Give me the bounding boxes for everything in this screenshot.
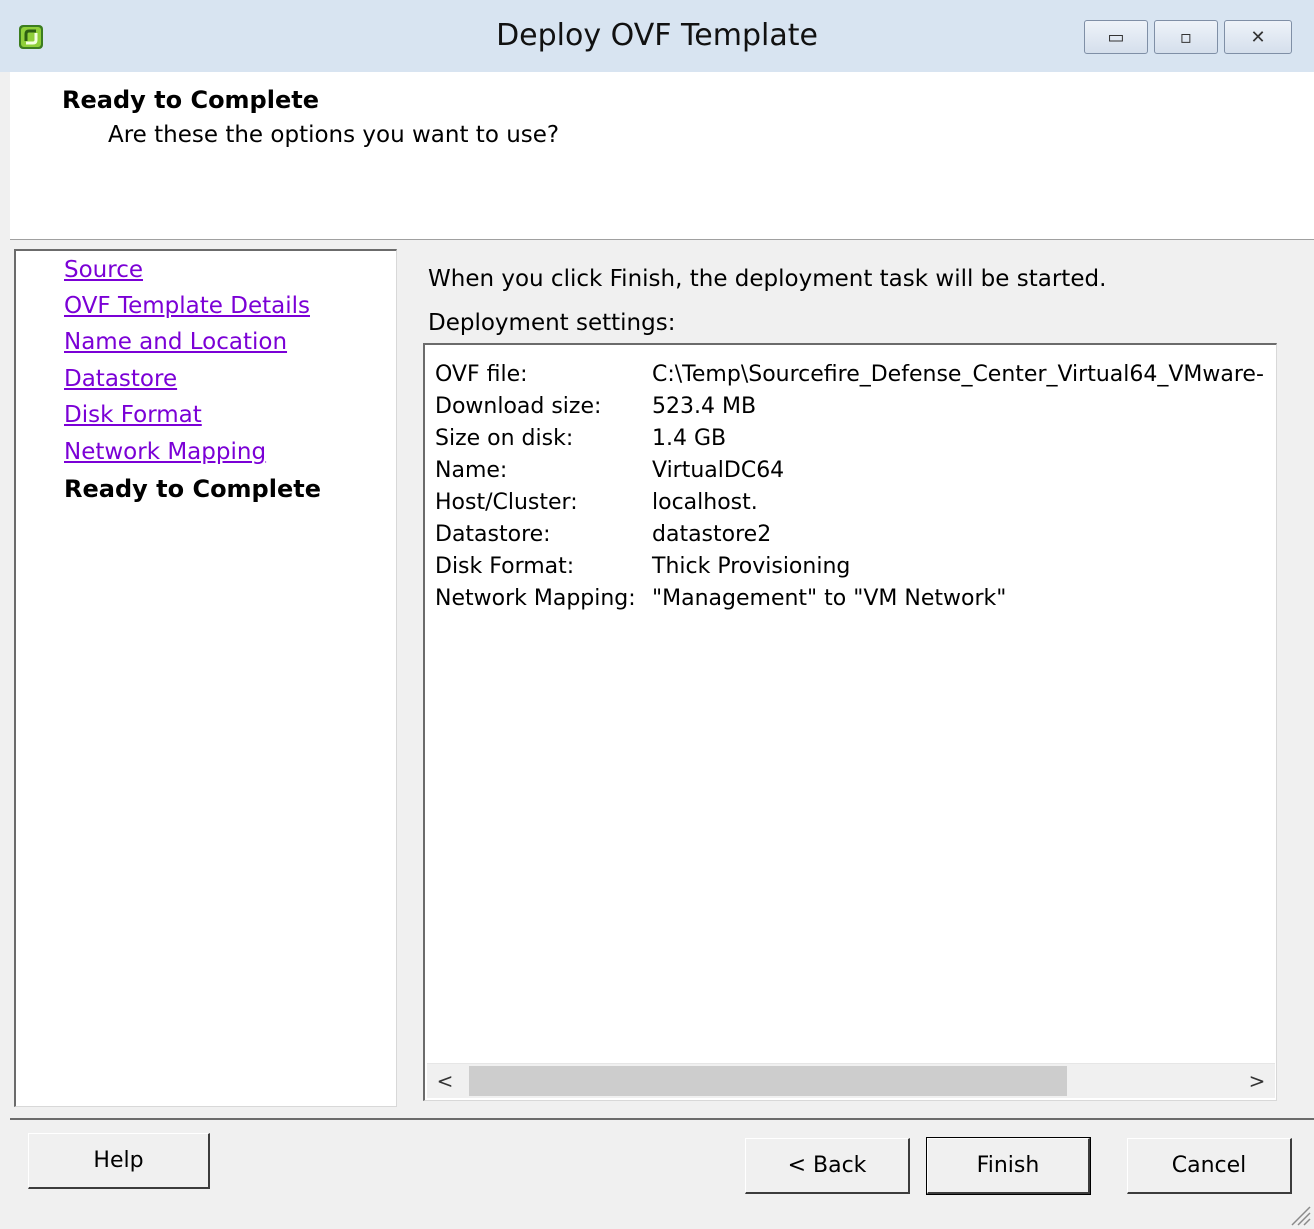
- close-button[interactable]: ✕: [1224, 20, 1292, 54]
- settings-row-network-mapping: Network Mapping: "Management" to "VM Net…: [435, 583, 1271, 615]
- setting-value: "Management" to "VM Network": [652, 586, 1007, 611]
- settings-list: OVF file: C:\Temp\Sourcefire_Defense_Cen…: [435, 359, 1271, 1059]
- maximize-button[interactable]: ▫: [1154, 20, 1218, 54]
- horizontal-scrollbar[interactable]: < >: [427, 1063, 1275, 1098]
- resize-grip-icon[interactable]: [1288, 1203, 1312, 1227]
- setting-key: Download size:: [435, 394, 602, 419]
- title-bar: Deploy OVF Template ▭ ▫ ✕: [0, 0, 1314, 72]
- page-title: Ready to Complete: [62, 86, 319, 114]
- finish-info-text: When you click Finish, the deployment ta…: [428, 266, 1107, 292]
- setting-key: OVF file:: [435, 362, 528, 387]
- setting-key: Name:: [435, 458, 508, 483]
- step-network-mapping[interactable]: Network Mapping: [64, 439, 266, 465]
- settings-row-datastore: Datastore: datastore2: [435, 519, 1271, 551]
- settings-row-size-on-disk: Size on disk: 1.4 GB: [435, 423, 1271, 455]
- help-button[interactable]: Help: [28, 1133, 210, 1189]
- setting-value: 1.4 GB: [652, 426, 727, 451]
- window-controls: ▭ ▫ ✕: [1084, 20, 1292, 54]
- scroll-right-icon[interactable]: >: [1239, 1064, 1275, 1098]
- deployment-settings-label: Deployment settings:: [428, 310, 676, 336]
- close-icon: ✕: [1250, 26, 1266, 48]
- settings-row-host-cluster: Host/Cluster: localhost.: [435, 487, 1271, 519]
- setting-value: localhost.: [652, 490, 758, 515]
- setting-key: Datastore:: [435, 522, 551, 547]
- maximize-icon: ▫: [1179, 26, 1193, 48]
- setting-value: 523.4 MB: [652, 394, 757, 419]
- settings-row-name: Name: VirtualDC64: [435, 455, 1271, 487]
- setting-key: Disk Format:: [435, 554, 575, 579]
- back-button[interactable]: < Back: [745, 1138, 910, 1194]
- cancel-button[interactable]: Cancel: [1127, 1138, 1292, 1194]
- setting-key: Size on disk:: [435, 426, 574, 451]
- minimize-icon: ▭: [1107, 26, 1125, 48]
- scroll-left-icon[interactable]: <: [427, 1064, 463, 1098]
- setting-value: VirtualDC64: [652, 458, 785, 483]
- setting-value: Thick Provisioning: [652, 554, 851, 579]
- page-subtitle: Are these the options you want to use?: [108, 122, 560, 148]
- step-source[interactable]: Source: [64, 257, 143, 283]
- step-disk-format[interactable]: Disk Format: [64, 402, 202, 428]
- step-ready-to-complete: Ready to Complete: [64, 475, 321, 503]
- setting-value: C:\Temp\Sourcefire_Defense_Center_Virtua…: [652, 362, 1264, 387]
- deployment-settings-box: OVF file: C:\Temp\Sourcefire_Defense_Cen…: [423, 343, 1277, 1101]
- wizard-header: Ready to Complete Are these the options …: [10, 72, 1314, 240]
- step-ovf-template-details[interactable]: OVF Template Details: [64, 293, 310, 319]
- footer-divider: [10, 1118, 1314, 1120]
- setting-key: Host/Cluster:: [435, 490, 578, 515]
- settings-row-download-size: Download size: 523.4 MB: [435, 391, 1271, 423]
- settings-row-ovf-file: OVF file: C:\Temp\Sourcefire_Defense_Cen…: [435, 359, 1271, 391]
- wizard-steps-nav: Source OVF Template Details Name and Loc…: [14, 249, 397, 1107]
- step-name-and-location[interactable]: Name and Location: [64, 329, 287, 355]
- finish-button[interactable]: Finish: [926, 1137, 1091, 1195]
- step-datastore[interactable]: Datastore: [64, 366, 177, 392]
- minimize-button[interactable]: ▭: [1084, 20, 1148, 54]
- setting-key: Network Mapping:: [435, 586, 636, 611]
- scroll-thumb[interactable]: [469, 1066, 1067, 1096]
- settings-row-disk-format: Disk Format: Thick Provisioning: [435, 551, 1271, 583]
- setting-value: datastore2: [652, 522, 772, 547]
